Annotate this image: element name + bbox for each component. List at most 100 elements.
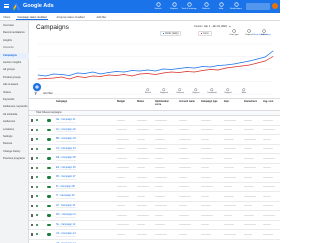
filters-chip[interactable]: Filters [2, 15, 12, 20]
sidebar-item[interactable]: Ads & assets [0, 82, 29, 88]
campaign-name-link[interactable]: MX - Campaign 11 [56, 213, 76, 216]
table-search-button[interactable]: Search [141, 88, 155, 94]
adjust-button[interactable]: Adjust [257, 29, 271, 36]
enabled-toggle[interactable] [47, 147, 51, 151]
row-checkbox[interactable] [31, 147, 34, 151]
table-more-button[interactable]: More [237, 88, 251, 94]
enabled-toggle[interactable] [47, 157, 51, 160]
table-row[interactable]: JP - Campaign 10 [29, 202, 280, 211]
topbar-bell-button[interactable]: Notifications [228, 2, 244, 10]
filter-icon[interactable] [34, 92, 38, 96]
row-checkbox[interactable] [31, 166, 34, 170]
table-segment-button[interactable]: Segment [157, 88, 171, 94]
expand-button[interactable]: Expand [242, 29, 256, 36]
column-header[interactable]: Budget [117, 101, 125, 104]
row-checkbox[interactable] [31, 233, 34, 236]
row-checkbox[interactable] [31, 195, 34, 198]
column-header[interactable]: Optimization score [155, 101, 175, 107]
account-switcher[interactable] [246, 3, 270, 10]
table-row[interactable]: ES - Campaign 06 [29, 164, 280, 173]
sidebar-item[interactable]: Recommendations [0, 30, 29, 36]
table-row[interactable]: NL - Campaign 12 [29, 221, 280, 230]
date-range-picker[interactable]: Custom Jan 1 - Jan 31, 2024 [194, 25, 231, 28]
avatar[interactable] [272, 3, 278, 9]
row-checkbox[interactable] [31, 214, 34, 217]
table-row[interactable]: UK - Campaign 13 [29, 230, 280, 240]
sidebar-item[interactable]: Audiences, keywords [0, 104, 29, 110]
table-row[interactable]: DE - Campaign 05 [29, 154, 280, 164]
column-header[interactable]: Campaign type [201, 101, 217, 104]
enabled-toggle[interactable] [47, 223, 51, 227]
column-header[interactable]: Interactions [244, 101, 257, 104]
row-checkbox[interactable] [31, 223, 34, 227]
enabled-toggle[interactable] [47, 195, 51, 198]
add-campaign-button[interactable] [33, 83, 41, 91]
table-row[interactable]: CA - Campaign 04 [29, 145, 280, 154]
column-header[interactable]: Status [137, 101, 144, 104]
sidebar-item[interactable]: Auction insights [0, 60, 29, 66]
campaign-name-link[interactable]: AE - Campaign 01 [56, 118, 76, 121]
table-expand-button[interactable]: Expand [221, 88, 235, 94]
chart-type-button[interactable]: Chart type [227, 29, 241, 36]
metric-1-dropdown[interactable]: Clicks (daily) [160, 31, 182, 36]
campaign-name-link[interactable]: FR - Campaign 07 [56, 175, 76, 178]
ad-group-status-chip[interactable]: Ad group status: Enabled [55, 15, 86, 20]
row-checkbox[interactable] [31, 185, 34, 189]
topbar-search-button[interactable]: Search [150, 2, 166, 10]
row-checkbox[interactable] [31, 176, 34, 179]
enabled-toggle[interactable] [47, 233, 51, 236]
enabled-toggle[interactable] [47, 166, 51, 170]
sidebar-item[interactable]: Product groups [0, 75, 29, 81]
column-header[interactable]: Avg. cost [263, 101, 273, 104]
topbar-help-button[interactable]: Help [213, 2, 229, 10]
topbar-wrench-button[interactable]: Tools & settings [181, 2, 197, 10]
table-row[interactable]: US - Campaign 14 [29, 240, 280, 243]
table-row[interactable]: MX - Campaign 11 [29, 211, 280, 221]
sidebar-item[interactable]: Settings [0, 134, 29, 140]
row-checkbox[interactable] [31, 128, 34, 132]
table-row[interactable]: IT - Campaign 09 [29, 192, 280, 202]
sidebar-item[interactable]: Previous programs [0, 156, 29, 162]
sidebar-item[interactable]: Change history [0, 149, 29, 155]
add-filter-label[interactable]: Add filter [43, 91, 53, 96]
sidebar-item[interactable]: Locations [0, 127, 29, 133]
sidebar-item[interactable]: Ad groups [0, 67, 29, 73]
column-header[interactable]: Impr. [224, 101, 230, 104]
table-reports-button[interactable]: Reports [189, 88, 203, 94]
row-checkbox[interactable] [31, 119, 34, 122]
sidebar-item[interactable]: Devices [0, 141, 29, 147]
column-header[interactable]: Campaign [56, 101, 67, 104]
enabled-toggle[interactable] [47, 119, 51, 122]
sidebar-item[interactable]: Videos [0, 90, 29, 96]
table-columns-button[interactable]: Columns [173, 88, 187, 94]
table-row[interactable]: BR - Campaign 03 [29, 135, 280, 145]
enabled-toggle[interactable] [47, 138, 51, 141]
topbar-refresh-button[interactable]: Refresh [198, 2, 214, 10]
column-header[interactable]: Account name [179, 101, 195, 104]
sidebar-item[interactable]: Keywords [0, 97, 29, 103]
table-row[interactable]: AE - Campaign 01 [29, 116, 280, 126]
table-row[interactable]: AU - Campaign 02 [29, 126, 280, 135]
enabled-toggle[interactable] [47, 176, 51, 179]
campaign-name-link[interactable]: UK - Campaign 13 [56, 232, 76, 235]
sidebar-item[interactable]: Overview [0, 23, 29, 29]
sidebar-item[interactable]: Accounts [0, 45, 29, 51]
table-download-button[interactable]: Download [205, 88, 219, 94]
topbar-reports-button[interactable]: Reports [166, 2, 182, 10]
sidebar-item[interactable]: Insights [0, 38, 29, 44]
campaign-name-link[interactable]: BR - Campaign 03 [56, 137, 76, 140]
enabled-toggle[interactable] [47, 128, 51, 132]
enabled-toggle[interactable] [47, 185, 51, 189]
sidebar-item[interactable]: Campaigns [0, 52, 29, 59]
table-row[interactable]: IN - Campaign 08 [29, 183, 280, 192]
add-filter-chip[interactable]: Add filter [95, 15, 108, 20]
enabled-toggle[interactable] [47, 204, 51, 208]
campaign-status-chip[interactable]: Campaign status: Enabled [16, 15, 49, 20]
campaign-name-link[interactable]: IT - Campaign 09 [56, 194, 74, 197]
sidebar-item[interactable]: Audiences [0, 119, 29, 125]
campaign-name-link[interactable]: DE - Campaign 05 [56, 156, 76, 159]
enabled-toggle[interactable] [47, 214, 51, 217]
metric-2-dropdown[interactable]: Conv. [198, 31, 212, 36]
table-row[interactable]: FR - Campaign 07 [29, 173, 280, 183]
menu-icon[interactable] [4, 4, 9, 9]
